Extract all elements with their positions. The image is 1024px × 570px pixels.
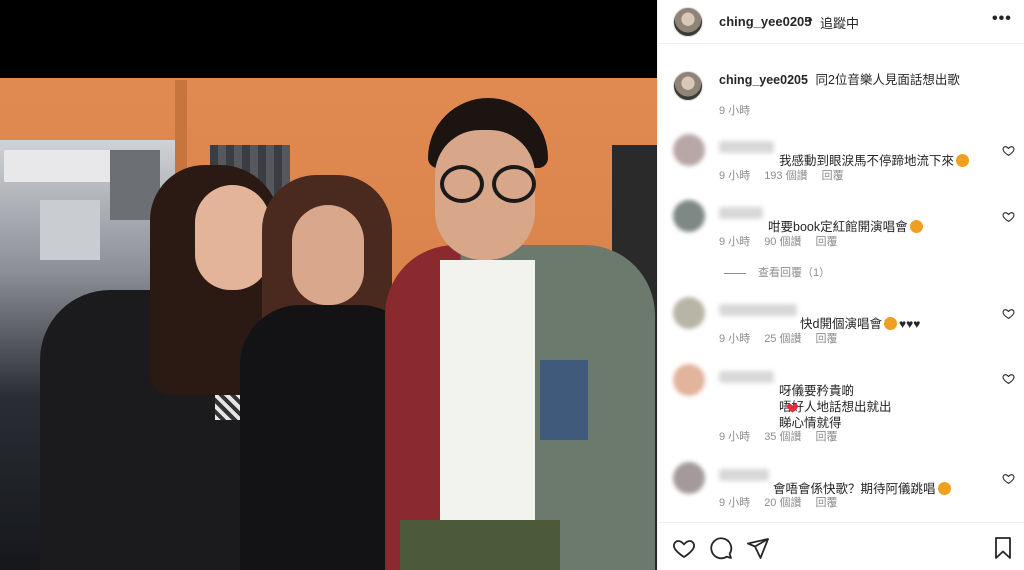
red-heart-emoji-icon (787, 403, 798, 413)
black-hearts-emoji-icon: ♥♥♥ (898, 317, 921, 331)
photo-shelf-item (40, 200, 100, 260)
photo-person-3-pants (400, 520, 560, 570)
comment-reply-button[interactable]: 回覆 (815, 497, 837, 509)
photo-shelf-item (4, 150, 114, 182)
comment-text-body: 我感動到眼淚馬不停蹄地流下來 (779, 154, 955, 168)
comment-reply-button[interactable]: 回覆 (815, 431, 837, 443)
comment-username-redacted[interactable] (719, 304, 797, 316)
comment-likes[interactable]: 25 個讚 (764, 333, 801, 345)
view-replies-label[interactable]: 查看回覆（1） (758, 267, 830, 279)
photo-person-1-face (195, 185, 270, 290)
comment-time[interactable]: 9 小時 (719, 333, 750, 345)
photo-person-3-glasses (436, 165, 536, 203)
comment-likes[interactable]: 35 個讚 (764, 431, 801, 443)
comment-avatar[interactable] (673, 297, 705, 329)
post-photo[interactable] (0, 0, 657, 570)
header-separator: • (808, 12, 813, 27)
share-icon[interactable] (746, 536, 770, 560)
comment-meta: 9 小時 90 個讚 回覆 (719, 233, 851, 249)
caption-avatar[interactable] (673, 71, 703, 101)
post-header: ching_yee0205 • 追蹤中 ••• (658, 0, 1024, 44)
comment-avatar[interactable] (673, 200, 705, 232)
comment-like-heart-icon[interactable] (1002, 210, 1015, 223)
sad-face-emoji-icon (883, 317, 897, 330)
comment-avatar[interactable] (673, 134, 705, 166)
more-options-icon[interactable]: ••• (992, 10, 1012, 28)
comment-text: 快d開個演唱會 ♥♥♥ (800, 300, 920, 332)
comment-text: 咁要book定紅館開演唱會 (768, 203, 923, 235)
heart-icon[interactable] (672, 536, 696, 560)
post-action-bar (658, 522, 1024, 570)
comment-time[interactable]: 9 小時 (719, 497, 750, 509)
photo-letterbox (0, 0, 657, 78)
photo-person-3-pocket (540, 360, 588, 440)
comment-text-body: 咁要book定紅館開演唱會 (768, 220, 908, 234)
comment-icon[interactable] (709, 536, 733, 560)
comment-likes[interactable]: 20 個讚 (764, 497, 801, 509)
comment-text: 呀儀要矜貴啲 唔好人地話想出就出 睇心情就得 (779, 367, 892, 431)
caption-timestamp[interactable]: 9 小時 (719, 102, 750, 118)
comment-meta: 9 小時 193 個讚 回覆 (719, 167, 858, 183)
comment-likes[interactable]: 193 個讚 (764, 170, 807, 182)
comment-avatar[interactable] (673, 462, 705, 494)
comment-reply-button[interactable]: 回覆 (815, 236, 837, 248)
comment-time[interactable]: 9 小時 (719, 236, 750, 248)
comment-text-body: 快d開個演唱會 (800, 317, 882, 331)
comment-meta: 9 小時 35 個讚 回覆 (719, 428, 851, 444)
heart-eyes-emoji-icon (909, 220, 923, 233)
header-username[interactable]: ching_yee0205 (719, 14, 812, 29)
comment-reply-button[interactable]: 回覆 (822, 170, 844, 182)
comment-like-heart-icon[interactable] (1002, 372, 1015, 385)
heart-eyes-emoji-icon (937, 482, 951, 495)
photo-person-3-tshirt (440, 260, 535, 540)
follow-status-button[interactable]: 追蹤中 (820, 13, 859, 32)
comment-text: 我感動到眼淚馬不停蹄地流下來 (779, 137, 970, 169)
comment-time[interactable]: 9 小時 (719, 431, 750, 443)
comment-meta: 9 小時 20 個讚 回覆 (719, 494, 851, 510)
comment-avatar[interactable] (673, 364, 705, 396)
comment-username-redacted[interactable] (719, 469, 769, 481)
comment-like-heart-icon[interactable] (1002, 472, 1015, 485)
comment-reply-button[interactable]: 回覆 (815, 333, 837, 345)
view-replies-line (724, 272, 746, 274)
caption-text: 同2位音樂人見面話想出歌 (815, 73, 960, 87)
post-side-panel: ching_yee0205 • 追蹤中 ••• ching_yee0205 同2… (657, 0, 1024, 570)
caption-username[interactable]: ching_yee0205 (719, 73, 808, 87)
comment-like-heart-icon[interactable] (1002, 307, 1015, 320)
comment-text: 會唔會係快歌？期待阿儀跳唱 (773, 465, 951, 497)
post-caption: ching_yee0205 同2位音樂人見面話想出歌 (719, 72, 1009, 88)
comment-username-redacted[interactable] (719, 141, 774, 153)
comment-username-redacted[interactable] (719, 371, 774, 383)
comment-likes[interactable]: 90 個讚 (764, 236, 801, 248)
bookmark-icon[interactable] (991, 536, 1015, 560)
avatar[interactable] (673, 7, 703, 37)
photo-person-2-face (292, 205, 364, 305)
comment-username-redacted[interactable] (719, 207, 763, 219)
comment-like-heart-icon[interactable] (1002, 144, 1015, 157)
view-replies-button[interactable]: 查看回覆（1） (724, 264, 830, 280)
comment-meta: 9 小時 25 個讚 回覆 (719, 330, 851, 346)
comment-time[interactable]: 9 小時 (719, 170, 750, 182)
heart-eyes-emoji-icon (956, 154, 970, 167)
